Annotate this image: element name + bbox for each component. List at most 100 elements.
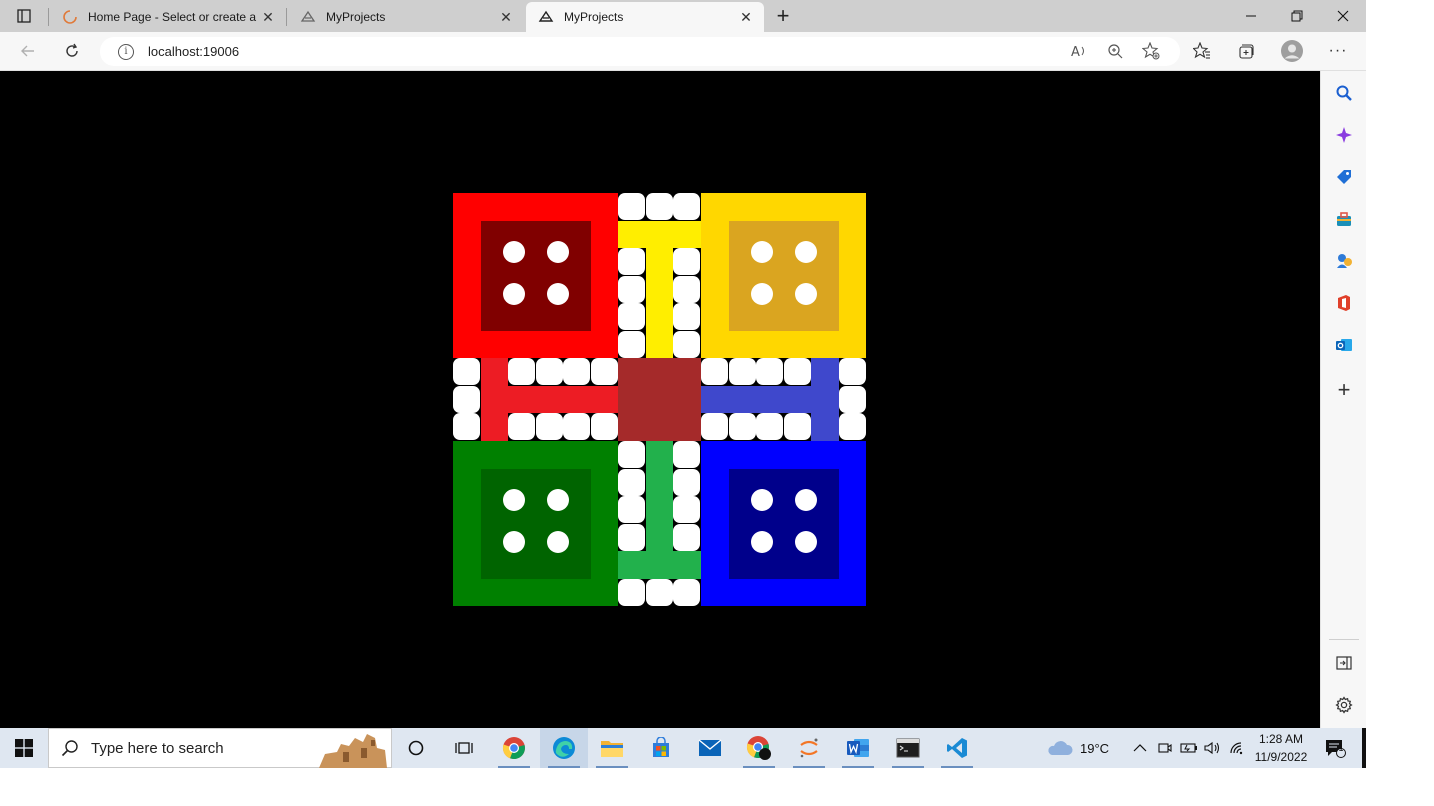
track-cell[interactable] bbox=[673, 331, 701, 358]
address-bar[interactable]: i localhost:19006 bbox=[100, 37, 1180, 66]
tab-actions-icon[interactable] bbox=[12, 0, 36, 32]
track-cell[interactable] bbox=[591, 413, 618, 441]
token-green-4[interactable] bbox=[547, 531, 569, 553]
track-cell[interactable] bbox=[673, 193, 701, 220]
close-icon[interactable]: ✕ bbox=[498, 9, 514, 25]
tab-myprojects-active[interactable]: MyProjects ✕ bbox=[526, 2, 764, 32]
new-tab-icon[interactable]: + bbox=[770, 0, 796, 32]
notifications-icon[interactable]: 1 bbox=[1324, 728, 1346, 768]
games-icon[interactable] bbox=[1334, 251, 1354, 271]
track-cell[interactable] bbox=[673, 523, 701, 551]
mail-icon[interactable] bbox=[686, 728, 734, 768]
tab-myprojects-1[interactable]: MyProjects ✕ bbox=[288, 2, 524, 32]
settings-icon[interactable] bbox=[1334, 695, 1354, 715]
minimize-icon[interactable] bbox=[1228, 0, 1274, 32]
copilot-icon[interactable] bbox=[1334, 125, 1354, 145]
add-icon[interactable]: + bbox=[1334, 377, 1354, 402]
track-cell[interactable] bbox=[839, 413, 866, 441]
track-cell[interactable] bbox=[701, 358, 728, 385]
site-info-icon[interactable]: i bbox=[118, 43, 134, 60]
track-cell[interactable] bbox=[535, 413, 563, 441]
more-options-icon[interactable]: ··· bbox=[1323, 37, 1353, 65]
store-icon[interactable] bbox=[637, 728, 685, 768]
chrome-app-icon[interactable] bbox=[490, 728, 538, 768]
track-cell[interactable] bbox=[756, 358, 784, 385]
weather-widget[interactable]: 19°C bbox=[1046, 728, 1109, 768]
track-cell[interactable] bbox=[618, 468, 645, 496]
track-cell[interactable] bbox=[618, 331, 645, 358]
track-cell[interactable] bbox=[673, 248, 701, 276]
cortana-icon[interactable] bbox=[392, 728, 440, 768]
wifi-icon[interactable] bbox=[1229, 728, 1247, 768]
track-cell[interactable] bbox=[563, 413, 591, 441]
track-cell[interactable] bbox=[701, 413, 728, 441]
track-cell[interactable] bbox=[673, 496, 701, 524]
volume-icon[interactable] bbox=[1204, 728, 1222, 768]
track-cell[interactable] bbox=[453, 413, 480, 441]
token-yellow-2[interactable] bbox=[795, 241, 817, 263]
track-cell[interactable] bbox=[673, 579, 701, 606]
track-cell[interactable] bbox=[563, 358, 591, 385]
shopping-icon[interactable] bbox=[1334, 167, 1354, 187]
token-red-4[interactable] bbox=[547, 283, 569, 305]
add-favorite-icon[interactable] bbox=[1136, 37, 1166, 65]
collections-icon[interactable] bbox=[1231, 37, 1261, 65]
outlook-icon[interactable] bbox=[1334, 335, 1354, 355]
track-cell[interactable] bbox=[618, 248, 645, 276]
track-cell[interactable] bbox=[673, 303, 701, 331]
zoom-icon[interactable] bbox=[1100, 37, 1130, 65]
track-cell[interactable] bbox=[783, 358, 811, 385]
track-cell[interactable] bbox=[591, 358, 618, 385]
close-icon[interactable]: ✕ bbox=[260, 9, 276, 25]
word-icon[interactable] bbox=[834, 728, 882, 768]
track-cell[interactable] bbox=[453, 385, 480, 413]
token-yellow-1[interactable] bbox=[751, 241, 773, 263]
token-red-2[interactable] bbox=[547, 241, 569, 263]
close-icon[interactable]: ✕ bbox=[738, 9, 754, 25]
task-view-icon[interactable] bbox=[440, 728, 488, 768]
token-blue-3[interactable] bbox=[751, 531, 773, 553]
token-blue-2[interactable] bbox=[795, 489, 817, 511]
track-cell[interactable] bbox=[508, 413, 536, 441]
start-button[interactable] bbox=[0, 728, 48, 768]
file-explorer-icon[interactable] bbox=[588, 728, 636, 768]
token-yellow-4[interactable] bbox=[795, 283, 817, 305]
battery-icon[interactable] bbox=[1180, 728, 1198, 768]
track-cell[interactable] bbox=[645, 193, 673, 220]
back-icon[interactable] bbox=[13, 37, 43, 65]
split-screen-icon[interactable] bbox=[1334, 653, 1354, 673]
token-red-3[interactable] bbox=[503, 283, 525, 305]
track-cell[interactable] bbox=[508, 358, 536, 385]
track-cell[interactable] bbox=[839, 385, 866, 413]
search-icon[interactable] bbox=[1334, 83, 1354, 103]
token-green-3[interactable] bbox=[503, 531, 525, 553]
token-red-1[interactable] bbox=[503, 241, 525, 263]
profile-avatar[interactable] bbox=[1277, 37, 1307, 65]
track-cell[interactable] bbox=[645, 579, 673, 606]
refresh-icon[interactable] bbox=[57, 37, 87, 65]
token-green-2[interactable] bbox=[547, 489, 569, 511]
token-blue-4[interactable] bbox=[795, 531, 817, 553]
show-desktop-strip[interactable] bbox=[1362, 728, 1366, 768]
jupyter-icon[interactable] bbox=[785, 728, 833, 768]
system-clock[interactable]: 1:28 AM 11/9/2022 bbox=[1248, 730, 1314, 766]
token-green-1[interactable] bbox=[503, 489, 525, 511]
edge-app-icon[interactable] bbox=[540, 728, 588, 768]
track-cell[interactable] bbox=[618, 523, 645, 551]
track-cell[interactable] bbox=[673, 468, 701, 496]
token-yellow-3[interactable] bbox=[751, 283, 773, 305]
track-cell[interactable] bbox=[673, 275, 701, 303]
read-aloud-icon[interactable]: A bbox=[1064, 37, 1094, 65]
vscode-icon[interactable] bbox=[933, 728, 981, 768]
restore-icon[interactable] bbox=[1274, 0, 1320, 32]
track-cell[interactable] bbox=[618, 579, 645, 606]
terminal-icon[interactable] bbox=[884, 728, 932, 768]
track-cell[interactable] bbox=[839, 358, 866, 385]
tools-icon[interactable] bbox=[1334, 209, 1354, 229]
office-icon[interactable] bbox=[1334, 293, 1354, 313]
track-cell[interactable] bbox=[728, 358, 756, 385]
track-cell[interactable] bbox=[756, 413, 784, 441]
track-cell[interactable] bbox=[783, 413, 811, 441]
show-hidden-icons-icon[interactable] bbox=[1133, 728, 1147, 768]
track-cell[interactable] bbox=[618, 441, 645, 468]
